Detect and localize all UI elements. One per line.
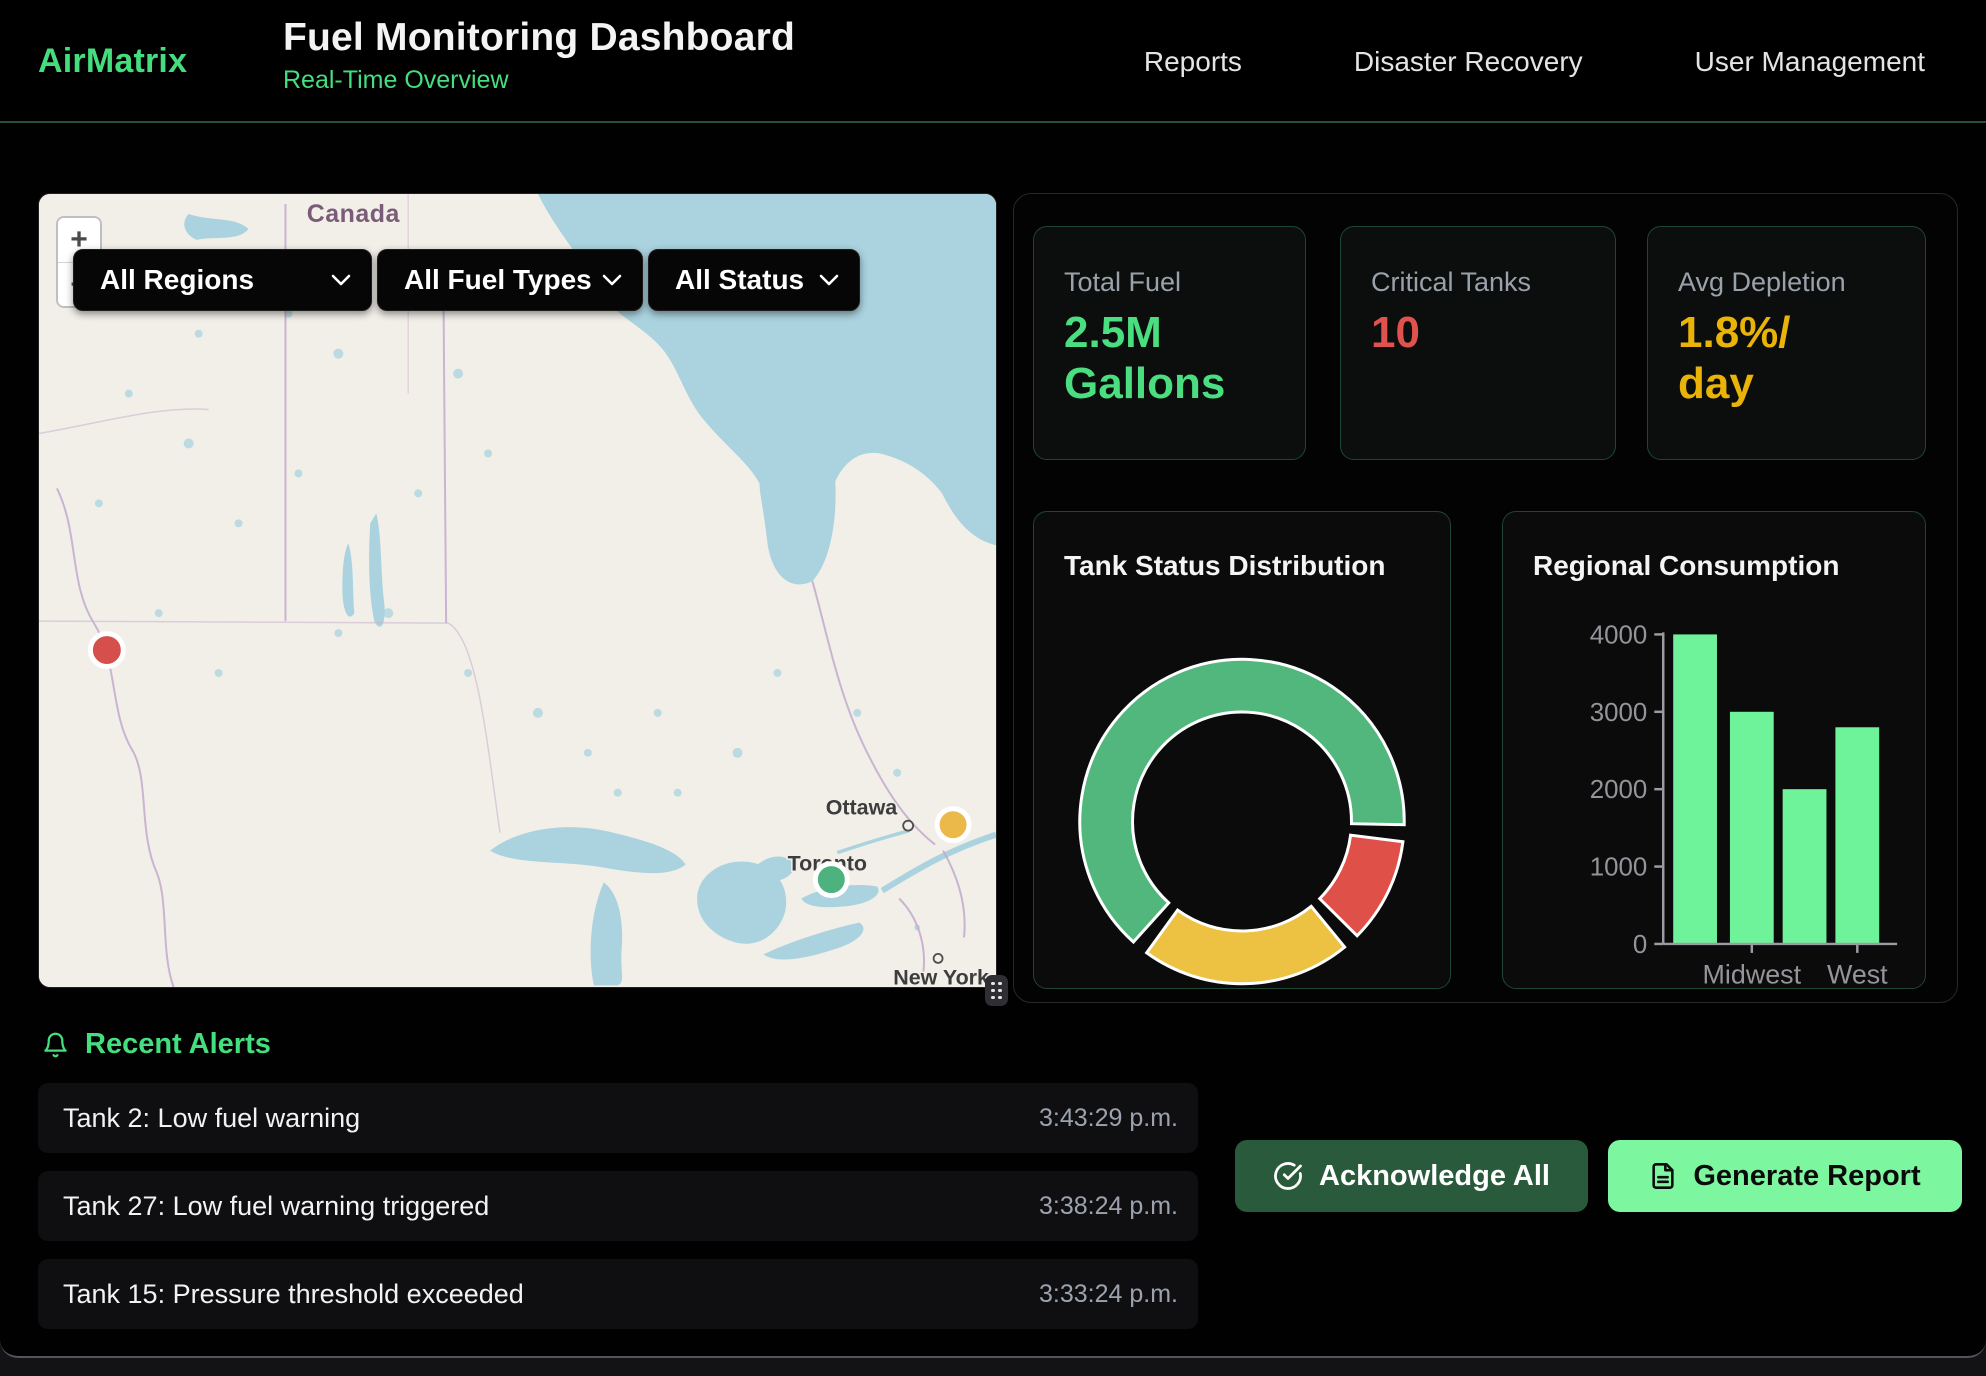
map-canvas[interactable]: Canada Ottawa Toronto New York [39,194,996,987]
town-dot-ottawa [903,821,913,831]
stat-value: 1.8%/ day [1678,308,1897,409]
alert-row[interactable]: Tank 27: Low fuel warning triggered 3:38… [38,1171,1198,1241]
stat-card-total-fuel: Total Fuel 2.5M Gallons [1033,226,1306,460]
alerts-title: Recent Alerts [85,1028,271,1061]
filter-fuel-types-value: All Fuel Types [404,264,592,296]
header: AirMatrix Fuel Monitoring Dashboard Real… [0,0,1986,123]
stat-card-critical-tanks: Critical Tanks 10 [1340,226,1616,460]
x-tick-label: West [1827,960,1888,990]
chevron-down-icon [602,274,622,286]
bar-chart: 0 1000 2000 3000 4000 Midwest West [1503,512,1925,988]
title-block: Fuel Monitoring Dashboard Real-Time Over… [283,16,795,95]
alert-time: 3:38:24 p.m. [1039,1192,1178,1221]
stat-value: 10 [1371,308,1587,359]
generate-report-label: Generate Report [1693,1160,1920,1193]
chart-card-tank-status: Tank Status Distribution [1033,511,1451,989]
acknowledge-all-label: Acknowledge All [1319,1160,1550,1193]
tank-marker-critical[interactable] [90,634,123,667]
map-panel[interactable]: Canada Ottawa Toronto New York + − All R… [38,193,997,988]
stat-label: Total Fuel [1064,267,1277,298]
bar-3 [1835,727,1879,944]
nav-item-user-management[interactable]: User Management [1695,46,1925,78]
generate-report-button[interactable]: Generate Report [1608,1140,1962,1212]
filter-status-dropdown[interactable]: All Status [648,249,860,311]
filter-status-value: All Status [675,264,804,296]
stats-panel: Total Fuel 2.5M Gallons Critical Tanks 1… [1013,193,1958,1003]
bar-0 [1673,634,1717,944]
alert-row[interactable]: Tank 15: Pressure threshold exceeded 3:3… [38,1259,1198,1329]
map-label-new-york: New York [893,965,989,987]
stat-card-avg-depletion: Avg Depletion 1.8%/ day [1647,226,1926,460]
main-nav: Reports Disaster Recovery User Managemen… [1144,0,1925,123]
filter-fuel-types-dropdown[interactable]: All Fuel Types [377,249,643,311]
map-label-ottawa: Ottawa [826,796,899,820]
chevron-down-icon [331,274,351,286]
y-tick-label: 4000 [1590,621,1648,649]
chart-card-regional-consumption: Regional Consumption 01000200030004000Mi… [1502,511,1926,989]
fuel-monitoring-dashboard: AirMatrix Fuel Monitoring Dashboard Real… [0,0,1986,1376]
stat-value: 2.5M Gallons [1064,308,1277,409]
donut-segment-warning [1147,906,1345,983]
map-label-canada: Canada [307,200,401,228]
bell-icon [42,1030,69,1060]
alert-text: Tank 27: Low fuel warning triggered [63,1191,489,1222]
map-resize-handle[interactable] [985,975,1008,1006]
acknowledge-all-button[interactable]: Acknowledge All [1235,1140,1588,1212]
filter-regions-dropdown[interactable]: All Regions [73,249,372,311]
alerts-header: Recent Alerts [42,1028,271,1061]
y-tick-label: 2000 [1590,776,1648,804]
town-dot-new-york [934,954,943,963]
filter-regions-value: All Regions [100,264,254,296]
file-text-icon [1649,1161,1677,1191]
alert-time: 3:33:24 p.m. [1039,1280,1178,1309]
stat-label: Avg Depletion [1678,267,1897,298]
brand-logo: AirMatrix [38,0,187,123]
nav-item-disaster-recovery[interactable]: Disaster Recovery [1354,46,1583,78]
bar-1 [1730,712,1774,944]
dashboard-content: Canada Ottawa Toronto New York + − All R… [0,123,1986,1358]
bar-2 [1783,789,1827,944]
tank-marker-warning[interactable] [937,809,969,841]
alert-text: Tank 2: Low fuel warning [63,1103,360,1134]
alert-text: Tank 15: Pressure threshold exceeded [63,1279,524,1310]
check-circle-icon [1273,1161,1303,1191]
nav-item-reports[interactable]: Reports [1144,46,1242,78]
y-tick-label: 1000 [1590,854,1648,882]
y-tick-label: 3000 [1590,699,1648,727]
page-title: Fuel Monitoring Dashboard [283,16,795,60]
page-subtitle: Real-Time Overview [283,66,795,95]
stat-label: Critical Tanks [1371,267,1587,298]
chevron-down-icon [819,274,839,286]
donut-segment-critical [1320,835,1403,936]
y-tick-label: 0 [1633,931,1647,959]
x-tick-label: Midwest [1703,960,1802,990]
alert-row[interactable]: Tank 2: Low fuel warning 3:43:29 p.m. [38,1083,1198,1153]
alert-time: 3:43:29 p.m. [1039,1104,1178,1133]
donut-chart [1034,512,1450,988]
tank-marker-normal[interactable] [815,864,847,896]
